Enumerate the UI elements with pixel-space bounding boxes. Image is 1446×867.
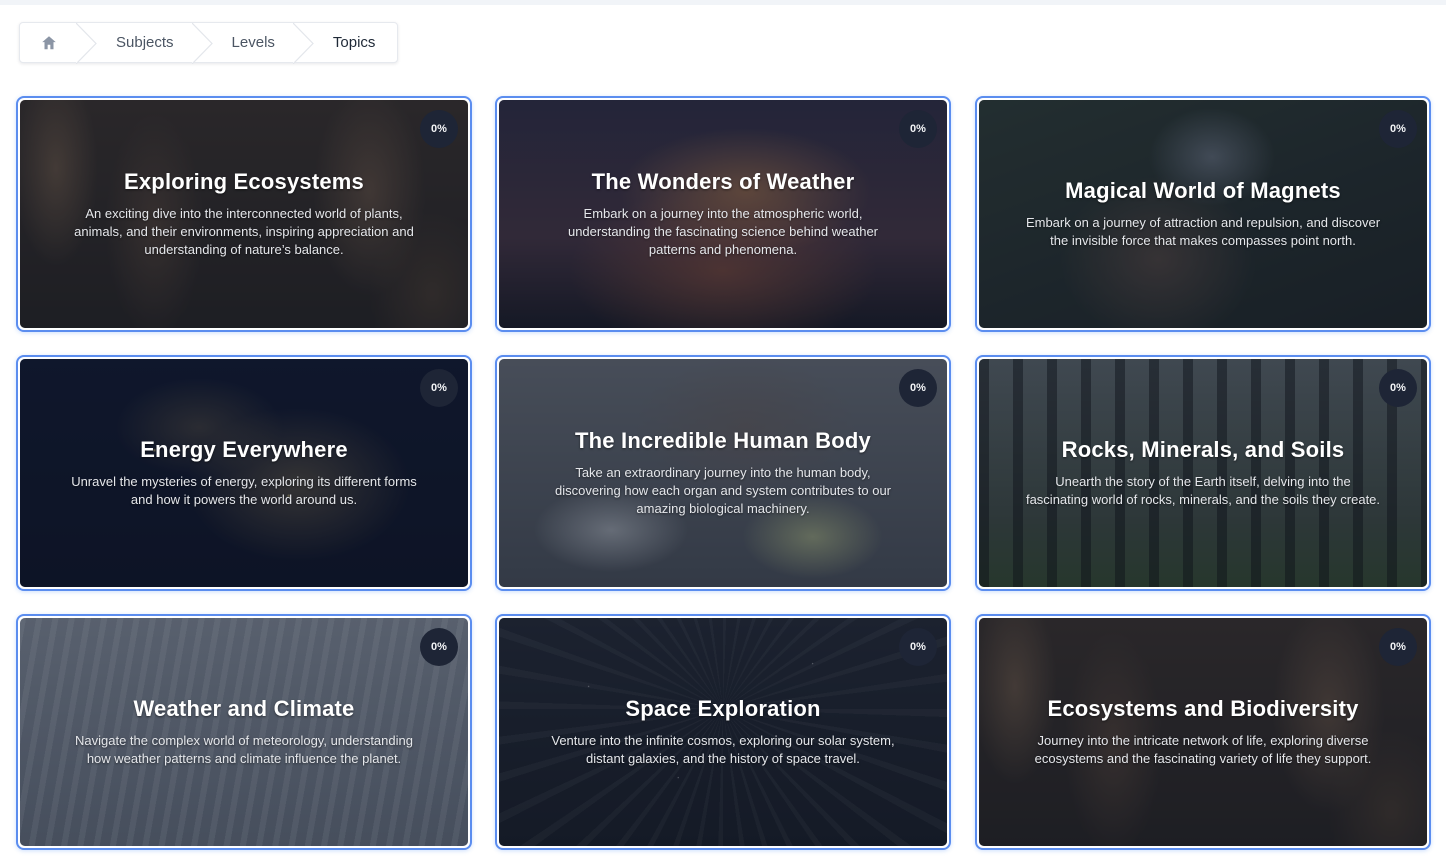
topic-card-incredible-human-body[interactable]: The Incredible Human Body Take an extrao…	[495, 355, 951, 591]
card-inner: Magical World of Magnets Embark on a jou…	[979, 100, 1427, 328]
progress-badge: 0%	[1379, 628, 1417, 666]
card-description: Journey into the intricate network of li…	[1034, 733, 1372, 766]
breadcrumb-label: Subjects	[116, 34, 174, 51]
progress-badge: 0%	[899, 110, 937, 148]
card-content: Rocks, Minerals, and Soils Unearth the s…	[979, 359, 1427, 587]
progress-badge: 0%	[420, 110, 458, 148]
card-description: An exciting dive into the interconnected…	[74, 206, 414, 257]
progress-badge: 0%	[420, 628, 458, 666]
card-description: Unearth the story of the Earth itself, d…	[1025, 474, 1381, 507]
card-inner: Ecosystems and Biodiversity Journey into…	[979, 618, 1427, 846]
card-inner: The Wonders of Weather Embark on a journ…	[499, 100, 947, 328]
card-description: Venture into the infinite cosmos, explor…	[551, 733, 895, 766]
card-title: Space Exploration	[625, 696, 821, 721]
card-description: Unravel the mysteries of energy, explori…	[71, 474, 417, 507]
card-title: Weather and Climate	[133, 696, 355, 721]
card-inner: Exploring Ecosystems An exciting dive in…	[20, 100, 468, 328]
card-content: Ecosystems and Biodiversity Journey into…	[979, 618, 1427, 846]
breadcrumb-separator	[76, 23, 97, 64]
card-title: Rocks, Minerals, and Soils	[1061, 437, 1345, 462]
card-content: Weather and Climate Navigate the complex…	[20, 618, 468, 846]
card-title: The Incredible Human Body	[575, 428, 871, 453]
card-title: Energy Everywhere	[140, 437, 348, 462]
card-title: Ecosystems and Biodiversity	[1047, 696, 1359, 721]
card-inner: Weather and Climate Navigate the complex…	[20, 618, 468, 846]
card-description: Embark on a journey of attraction and re…	[1025, 215, 1381, 248]
topic-card-magical-world-of-magnets[interactable]: Magical World of Magnets Embark on a jou…	[975, 96, 1431, 332]
breadcrumb-separator	[292, 23, 314, 64]
topic-card-exploring-ecosystems[interactable]: Exploring Ecosystems An exciting dive in…	[16, 96, 472, 332]
card-title: Exploring Ecosystems	[124, 169, 364, 194]
card-description: Take an extraordinary journey into the h…	[554, 465, 892, 516]
topic-card-rocks-minerals-soils[interactable]: Rocks, Minerals, and Soils Unearth the s…	[975, 355, 1431, 591]
topic-card-wonders-of-weather[interactable]: The Wonders of Weather Embark on a journ…	[495, 96, 951, 332]
progress-badge: 0%	[1379, 369, 1417, 407]
progress-badge: 0%	[1379, 110, 1417, 148]
card-content: Exploring Ecosystems An exciting dive in…	[20, 100, 468, 328]
topic-card-weather-and-climate[interactable]: Weather and Climate Navigate the complex…	[16, 614, 472, 850]
topic-card-energy-everywhere[interactable]: Energy Everywhere Unravel the mysteries …	[16, 355, 472, 591]
card-inner: Space Exploration Venture into the infin…	[499, 618, 947, 846]
card-title: The Wonders of Weather	[591, 169, 855, 194]
progress-badge: 0%	[899, 628, 937, 666]
home-icon	[42, 35, 56, 49]
breadcrumb-home[interactable]	[20, 23, 97, 64]
topic-card-space-exploration[interactable]: Space Exploration Venture into the infin…	[495, 614, 951, 850]
card-content: Magical World of Magnets Embark on a jou…	[979, 100, 1427, 328]
breadcrumb-separator	[191, 23, 213, 64]
breadcrumb-topics: Topics	[305, 23, 398, 62]
topic-card-ecosystems-and-biodiversity[interactable]: Ecosystems and Biodiversity Journey into…	[975, 614, 1431, 850]
breadcrumb-label: Levels	[231, 34, 275, 51]
progress-badge: 0%	[420, 369, 458, 407]
breadcrumb-subjects[interactable]: Subjects	[88, 23, 213, 64]
breadcrumb-label: Topics	[332, 34, 376, 51]
card-inner: The Incredible Human Body Take an extrao…	[499, 359, 947, 587]
card-inner: Rocks, Minerals, and Soils Unearth the s…	[979, 359, 1427, 587]
card-content: Energy Everywhere Unravel the mysteries …	[20, 359, 468, 587]
progress-badge: 0%	[899, 369, 937, 407]
breadcrumb-levels[interactable]: Levels	[204, 23, 314, 64]
card-description: Embark on a journey into the atmospheric…	[567, 206, 879, 257]
card-content: The Wonders of Weather Embark on a journ…	[499, 100, 947, 328]
card-content: Space Exploration Venture into the infin…	[499, 618, 947, 846]
breadcrumb: Subjects Levels Topics	[19, 22, 399, 64]
card-content: The Incredible Human Body Take an extrao…	[499, 359, 947, 587]
card-inner: Energy Everywhere Unravel the mysteries …	[20, 359, 468, 587]
top-strip	[0, 0, 1446, 5]
card-title: Magical World of Magnets	[1065, 178, 1341, 203]
card-description: Navigate the complex world of meteorolog…	[75, 733, 413, 766]
